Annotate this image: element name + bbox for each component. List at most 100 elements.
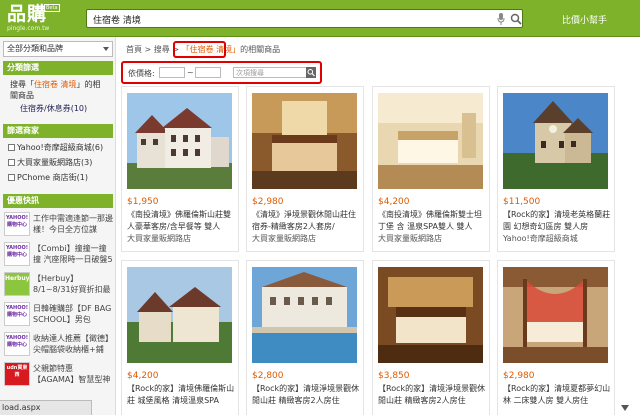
breadcrumb-home[interactable]: 首頁 — [126, 45, 142, 54]
deal-logo: YAHOO! 購物中心 — [4, 332, 30, 356]
highlight-box — [173, 41, 226, 58]
deal-logo: YAHOO! 購物中心 — [4, 242, 30, 266]
breadcrumb-suffix: 的相關商品 — [240, 45, 281, 54]
breadcrumb-separator: > — [144, 45, 152, 54]
deal-item[interactable]: YAHOO! 購物中心 收納達人推薦【徵德】尖帽腦袋收納櫃+鋪 — [4, 332, 113, 356]
checkbox[interactable] — [8, 144, 15, 151]
breadcrumb-search[interactable]: 搜尋 — [154, 45, 170, 54]
product-title[interactable]: 《南投清境》佛羅倫斯雙士坦丁堡 含 溫泉SPA雙人 雙人 — [378, 209, 488, 233]
sub-search-input[interactable]: 次項搜尋 — [233, 67, 307, 78]
search-icon[interactable] — [510, 13, 522, 25]
checkbox[interactable] — [8, 159, 15, 166]
shop-filter-pchome[interactable]: PChome 商店街(1) — [8, 172, 88, 183]
deal-text: 【Combi】撞撞一撞撞 汽座限時一日破盤5 — [33, 244, 113, 264]
product-price: $11,500 — [503, 197, 541, 207]
shop-filter-yahoo[interactable]: Yahoo!奇摩超級商城(6) — [8, 142, 103, 153]
browser-status-bar: load.aspx — [0, 400, 92, 415]
product-image[interactable] — [127, 267, 232, 363]
checkbox[interactable] — [8, 174, 15, 181]
price-label: 依價格: — [128, 69, 155, 78]
logo-domain: pingle.com.tw — [7, 25, 50, 32]
product-card[interactable]: $4,200 《南投清境》佛羅倫斯雙士坦丁堡 含 溫泉SPA雙人 雙人 大買家量… — [372, 86, 490, 252]
deal-item[interactable]: YAHOO! 購物中心 【Combi】撞撞一撞撞 汽座限時一日破盤5 — [4, 242, 113, 266]
product-image[interactable] — [252, 93, 357, 189]
category-select[interactable]: 全部分類和品牌 — [3, 41, 113, 57]
product-card[interactable]: $2,980 【Rock的家】清境夏都夢幻山林 二床雙人房 雙人房住 — [497, 260, 615, 415]
product-title[interactable]: 【Rock的家】清境老英格蘭莊園 幻想奇幻區房 雙人房 — [503, 209, 613, 233]
product-title[interactable]: 《南投清境》佛羅倫斯山莊雙人豪華客房/含早餐等 雙人 — [127, 209, 237, 233]
shop-heading: 篩選商家 — [3, 124, 113, 138]
filter-heading: 分類篩選 — [3, 61, 113, 75]
search-summary-line2: 關商品 — [10, 91, 34, 100]
product-price: $2,800 — [252, 371, 284, 381]
logo-text[interactable]: 品購 — [7, 3, 49, 25]
product-price: $3,850 — [378, 371, 410, 381]
product-card[interactable]: $2,980 《清境》淨境景觀休閒山莊住宿券-精緻客房2人套房/ 大買家量販網路… — [246, 86, 364, 252]
search-prefix: 搜尋「 — [10, 80, 34, 89]
category-select-value: 全部分類和品牌 — [7, 44, 63, 53]
product-image[interactable] — [503, 93, 608, 189]
deal-item[interactable]: Herbuy 【Herbuy】8/1~8/31好買折扣最點購~ — [4, 272, 112, 296]
deals-heading: 優惠快訊 — [3, 194, 113, 208]
deal-text: 【Herbuy】8/1~8/31好買折扣最點購~ — [33, 274, 111, 294]
product-price: $2,980 — [252, 197, 284, 207]
product-price: $1,950 — [127, 197, 159, 207]
product-card[interactable]: $4,200 【Rock的家】清境佛羅倫斯山莊 城堡風格 清境溫泉SPA — [121, 260, 239, 415]
search-input[interactable] — [93, 12, 473, 26]
shop-filter-label: 大買家量販網路店(3) — [17, 158, 93, 167]
compare-helper-link[interactable]: 比價小幫手 — [562, 13, 607, 26]
product-card[interactable]: $11,500 【Rock的家】清境老英格蘭莊園 幻想奇幻區房 雙人房 Yaho… — [497, 86, 615, 252]
product-card[interactable]: $1,950 《南投清境》佛羅倫斯山莊雙人豪華客房/含早餐等 雙人 大買家量販網… — [121, 86, 239, 252]
scroll-down-icon[interactable] — [620, 401, 630, 413]
site-logo[interactable]: 品購 pingle.com.tw — [7, 3, 49, 32]
product-price: $4,200 — [378, 197, 410, 207]
category-link[interactable]: 住宿券/休息券(10) — [20, 103, 87, 114]
max-price-input[interactable] — [195, 67, 221, 78]
min-price-input[interactable] — [159, 67, 185, 78]
product-image[interactable] — [378, 267, 483, 363]
deal-text: 工作中需適逢節一那邊樣！今日全方位謀 — [33, 214, 113, 234]
product-price: $2,980 — [503, 371, 535, 381]
shop-filter-label: Yahoo!奇摩超級商城(6) — [17, 143, 104, 152]
shop-filter-dmj[interactable]: 大買家量販網路店(3) — [8, 157, 92, 168]
product-title[interactable]: 《清境》淨境景觀休閒山莊住宿券-精緻客房2人套房/ — [252, 209, 362, 233]
product-shop[interactable]: 大買家量販網路店 — [127, 233, 237, 245]
deal-text: 日韓確購部【DF BAG SCHOOL】男包 — [33, 304, 112, 324]
product-price: $4,200 — [127, 371, 159, 381]
deal-item[interactable]: udn買東西 父親節特惠【AGAMA】智慧型神遊機器 — [4, 362, 112, 386]
product-image[interactable] — [252, 267, 357, 363]
search-icon[interactable] — [306, 67, 316, 78]
deal-logo: udn買東西 — [4, 362, 30, 386]
shop-filter-label: PChome 商店街(1) — [17, 173, 88, 182]
price-filter-bar: 依價格: ~ 次項搜尋 — [121, 61, 322, 84]
product-title[interactable]: 【Rock的家】清境夏都夢幻山林 二床雙人房 雙人房住 — [503, 383, 613, 407]
deal-text: 父親節特惠【AGAMA】智慧型神遊機器 — [33, 364, 111, 384]
product-image[interactable] — [503, 267, 608, 363]
deal-text: 收納達人推薦【徵德】尖帽腦袋收納櫃+鋪 — [33, 334, 113, 354]
beta-badge: Beta — [44, 4, 60, 12]
product-shop[interactable]: 大買家量販網路店 — [252, 233, 362, 245]
top-header: 品購 pingle.com.tw Beta 比價小幫手 — [0, 0, 640, 37]
deal-logo: YAHOO! 購物中心 — [4, 212, 30, 236]
deal-logo: YAHOO! 購物中心 — [4, 302, 30, 326]
product-shop[interactable]: Yahoo!奇摩超級商城 — [503, 233, 613, 245]
product-image[interactable] — [127, 93, 232, 189]
price-separator: ~ — [187, 68, 194, 77]
chevron-down-icon — [103, 47, 109, 51]
product-title[interactable]: 【Rock的家】清境淨境景觀休閒山莊 精緻客房2人房住 — [252, 383, 362, 407]
search-bar — [86, 9, 523, 28]
product-title[interactable]: 【Rock的家】清境淨境景觀休閒山莊 精緻客房2人房住 — [378, 383, 488, 407]
search-suffix: 」的相 — [76, 80, 101, 89]
microphone-icon[interactable] — [497, 13, 505, 25]
product-card[interactable]: $3,850 【Rock的家】清境淨境景觀休閒山莊 精緻客房2人房住 — [372, 260, 490, 415]
search-term: 住宿卷 清境 — [34, 80, 77, 89]
product-shop[interactable]: 大買家量販網路店 — [378, 233, 488, 245]
deal-item[interactable]: YAHOO! 購物中心 工作中需適逢節一那邊樣！今日全方位謀 — [4, 212, 113, 236]
product-title[interactable]: 【Rock的家】清境佛羅倫斯山莊 城堡風格 清境溫泉SPA — [127, 383, 237, 407]
product-image[interactable] — [378, 93, 483, 189]
deal-logo: Herbuy — [4, 272, 30, 296]
search-summary: 搜尋「住宿卷 清境」的相 — [10, 79, 101, 90]
left-sidebar: 全部分類和品牌 分類篩選 搜尋「住宿卷 清境」的相 關商品 住宿券/休息券(10… — [0, 37, 116, 415]
deal-item[interactable]: YAHOO! 購物中心 日韓確購部【DF BAG SCHOOL】男包 — [4, 302, 112, 326]
product-card[interactable]: $2,800 【Rock的家】清境淨境景觀休閒山莊 精緻客房2人房住 — [246, 260, 364, 415]
